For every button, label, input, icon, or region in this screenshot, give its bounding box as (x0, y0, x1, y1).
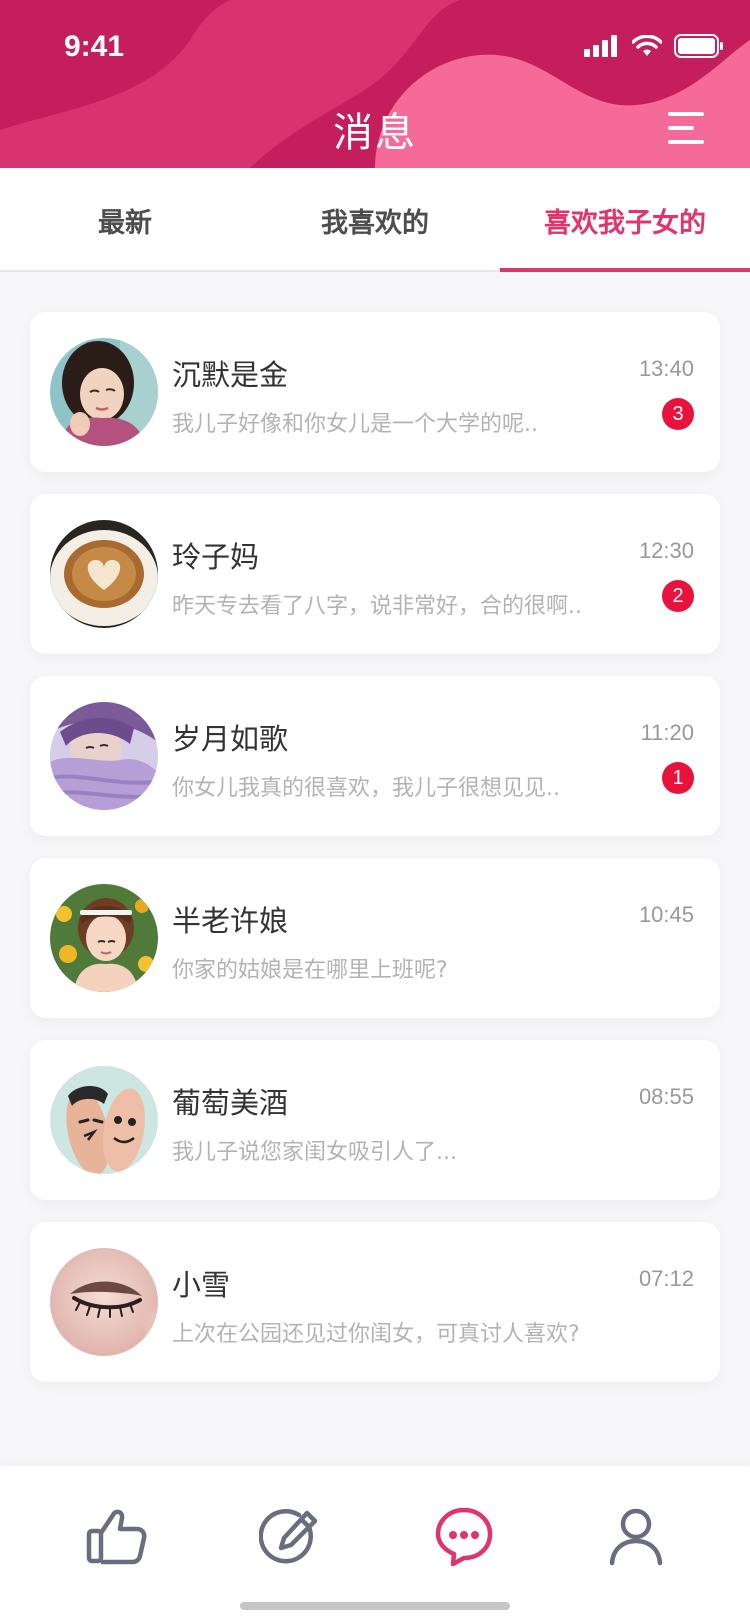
message-time: 11:20 (640, 720, 694, 745)
message-preview: 昨天专去看了八字，说非常好，合的很啊.. (172, 594, 582, 619)
page-title: 消息 (333, 110, 417, 156)
edit-icon (259, 1508, 318, 1564)
battery-icon (674, 34, 723, 58)
tab-i-like[interactable]: 我喜欢的 (250, 168, 500, 272)
contact-name: 葡萄美酒 (172, 1086, 289, 1120)
message-time: 13:40 (638, 356, 694, 381)
home-indicator (240, 1602, 510, 1610)
message-time: 12:30 (638, 538, 694, 563)
app-header: 9:41 消息 (0, 0, 750, 168)
finger-faces-avatar (50, 1066, 158, 1174)
list-item[interactable]: 葡萄美酒 我儿子说您家闺女吸引人了... 08:55 (30, 1040, 720, 1200)
contact-name: 小雪 (172, 1268, 231, 1302)
bottom-nav (0, 1466, 750, 1624)
message-time: 10:45 (638, 902, 694, 927)
list-item[interactable]: 小雪 上次在公园还见过你闺女，可真讨人喜欢? 07:12 (30, 1222, 720, 1382)
avatar[interactable] (50, 520, 158, 628)
latte-heart-avatar (50, 520, 158, 628)
list-item[interactable]: 沉默是金 我儿子好像和你女儿是一个大学的呢.. 13:40 3 (30, 312, 720, 472)
wifi-icon (632, 35, 662, 56)
status-bar-time: 9:41 (64, 30, 125, 63)
avatar[interactable] (50, 338, 158, 446)
message-time: 07:12 (638, 1266, 694, 1291)
tab-latest[interactable]: 最新 (0, 168, 250, 272)
avatar[interactable] (50, 884, 158, 992)
list-item[interactable]: 玲子妈 昨天专去看了八字，说非常好，合的很啊.. 12:30 2 (30, 494, 720, 654)
user-icon (609, 1508, 663, 1566)
avatar[interactable] (50, 1066, 158, 1174)
closed-eye-avatar (50, 1248, 158, 1356)
contact-name: 半老许娘 (172, 904, 289, 938)
woman-pink-sweater-avatar (50, 338, 158, 446)
menu-button[interactable] (668, 112, 704, 144)
chat-bubble-icon (435, 1507, 493, 1567)
nav-messages[interactable] (432, 1504, 496, 1568)
nav-post[interactable] (258, 1504, 322, 1568)
unread-badge: 3 (662, 398, 694, 430)
nav-likes[interactable] (84, 1504, 148, 1568)
message-preview: 上次在公园还见过你闺女，可真讨人喜欢? (172, 1322, 580, 1347)
cellular-signal-icon (584, 35, 617, 57)
message-preview: 我儿子说您家闺女吸引人了... (172, 1140, 457, 1165)
status-bar-icons (584, 34, 724, 58)
unread-badge: 1 (662, 762, 694, 794)
avatar[interactable] (50, 1248, 158, 1356)
nav-profile[interactable] (604, 1504, 668, 1568)
tab-bar: 最新 我喜欢的 喜欢我子女的 (0, 168, 750, 272)
woman-purple-scarf-avatar (50, 702, 158, 810)
message-preview: 你女儿我真的很喜欢，我儿子很想见见.. (172, 776, 560, 801)
tab-likes-my-children[interactable]: 喜欢我子女的 (500, 168, 750, 272)
contact-name: 沉默是金 (172, 358, 289, 392)
thumbs-up-icon (86, 1509, 147, 1565)
list-item[interactable]: 半老许娘 你家的姑娘是在哪里上班呢? 10:45 (30, 858, 720, 1018)
active-tab-indicator (500, 268, 750, 272)
message-time: 08:55 (638, 1084, 694, 1109)
menu-icon (668, 112, 704, 116)
contact-name: 玲子妈 (172, 540, 260, 574)
contact-name: 岁月如歌 (172, 722, 289, 756)
list-item[interactable]: 岁月如歌 你女儿我真的很喜欢，我儿子很想见见.. 11:20 1 (30, 676, 720, 836)
message-preview: 你家的姑娘是在哪里上班呢? (172, 958, 448, 983)
woman-flowers-avatar (50, 884, 158, 992)
unread-badge: 2 (662, 580, 694, 612)
message-preview: 我儿子好像和你女儿是一个大学的呢.. (172, 412, 538, 437)
avatar[interactable] (50, 702, 158, 810)
